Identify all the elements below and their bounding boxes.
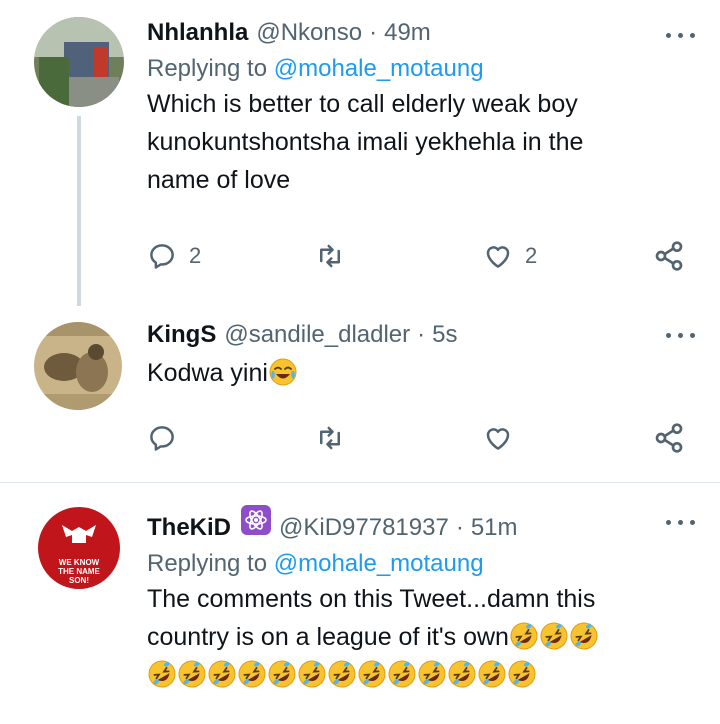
share-icon	[653, 422, 685, 454]
retweet-button[interactable]	[315, 420, 345, 456]
avatar-text: THE NAME	[58, 567, 100, 576]
avatar-number: 8	[76, 542, 82, 554]
user-handle[interactable]: @KiD97781937	[279, 513, 449, 543]
rofl-emoji	[447, 659, 477, 689]
display-name[interactable]: TheKiD	[147, 513, 231, 543]
joy-emoji	[268, 357, 298, 387]
avatar[interactable]	[34, 17, 124, 107]
share-button[interactable]	[653, 238, 685, 274]
more-icon[interactable]	[664, 326, 698, 346]
rofl-emoji	[569, 621, 599, 651]
tweet-text-line: country is on a league of it's own	[147, 623, 509, 651]
replying-to: Replying to @mohale_motaung	[147, 53, 720, 85]
rofl-emoji	[297, 659, 327, 689]
tweet-text: The comments on this Tweet...damn this c…	[147, 580, 720, 694]
like-button[interactable]	[483, 420, 513, 456]
replying-prefix: Replying to	[147, 550, 268, 577]
tweet-2[interactable]: KingS @sandile_dladler · 5s Kodwa yini	[0, 300, 720, 480]
user-handle[interactable]: @Nkonso	[256, 18, 362, 48]
rofl-emoji	[417, 659, 447, 689]
retweet-button[interactable]	[315, 238, 345, 274]
like-icon	[483, 241, 513, 271]
share-button[interactable]	[653, 420, 685, 456]
reply-mention-link[interactable]: @mohale_motaung	[274, 55, 484, 82]
rofl-emoji	[387, 659, 417, 689]
tweet-text-line: The comments on this Tweet...damn this	[147, 585, 596, 613]
more-icon[interactable]	[664, 26, 698, 46]
tweet-text-line: Which is better to call elderly weak boy	[147, 90, 578, 118]
reply-mention-link[interactable]: @mohale_motaung	[274, 550, 484, 577]
retweet-icon	[315, 423, 345, 453]
like-icon	[483, 423, 513, 453]
rofl-emoji	[207, 659, 237, 689]
rofl-emoji	[147, 659, 177, 689]
rofl-emoji	[477, 659, 507, 689]
rofl-emoji	[539, 621, 569, 651]
timestamp[interactable]: 49m	[384, 18, 431, 48]
avatar[interactable]	[34, 322, 122, 410]
rofl-emoji	[177, 659, 207, 689]
share-icon	[653, 240, 685, 272]
separator-dot: ·	[369, 19, 378, 46]
thread-line	[77, 116, 81, 306]
avatar-text: SON!	[69, 576, 89, 585]
replying-to: Replying to @mohale_motaung	[147, 548, 720, 580]
reply-button[interactable]: 2	[147, 238, 201, 274]
rofl-emoji	[327, 659, 357, 689]
timestamp[interactable]: 5s	[432, 320, 457, 350]
avatar[interactable]: 8 WE KNOW THE NAME SON!	[34, 503, 124, 593]
reply-icon	[147, 241, 177, 271]
emoji-row	[147, 656, 720, 694]
separator-dot: ·	[455, 514, 464, 541]
rofl-emoji	[357, 659, 387, 689]
separator-dot: ·	[417, 321, 426, 348]
avatar-text: WE KNOW	[59, 558, 100, 567]
like-button[interactable]: 2	[483, 238, 537, 274]
rofl-emoji	[509, 621, 539, 651]
display-name[interactable]: Nhlanhla	[147, 18, 248, 48]
tweet-text-line: name of love	[147, 166, 291, 194]
tweet-text-line: Kodwa yini	[147, 359, 268, 387]
tweet-3[interactable]: 8 WE KNOW THE NAME SON! TheKiD @KiD97781…	[0, 483, 720, 724]
user-handle[interactable]: @sandile_dladler	[224, 320, 410, 350]
reply-count: 2	[189, 243, 202, 268]
reply-icon	[147, 423, 177, 453]
display-name[interactable]: KingS	[147, 320, 216, 350]
replying-prefix: Replying to	[147, 55, 268, 82]
atom-badge-icon	[241, 505, 271, 535]
like-count: 2	[525, 243, 538, 268]
timestamp[interactable]: 51m	[471, 513, 518, 543]
rofl-emoji	[267, 659, 297, 689]
rofl-emoji	[237, 659, 267, 689]
more-icon[interactable]	[664, 513, 698, 533]
rofl-emoji	[507, 659, 537, 689]
reply-button[interactable]	[147, 420, 177, 456]
tweet-text: Which is better to call elderly weak boy…	[147, 85, 720, 199]
tweet-1[interactable]: Nhlanhla @Nkonso · 49m Replying to @moha…	[0, 0, 720, 306]
tweet-text: Kodwa yini	[147, 354, 720, 392]
retweet-icon	[315, 241, 345, 271]
tweet-text-line: kunokuntshontsha imali yekhehla in the	[147, 128, 584, 156]
